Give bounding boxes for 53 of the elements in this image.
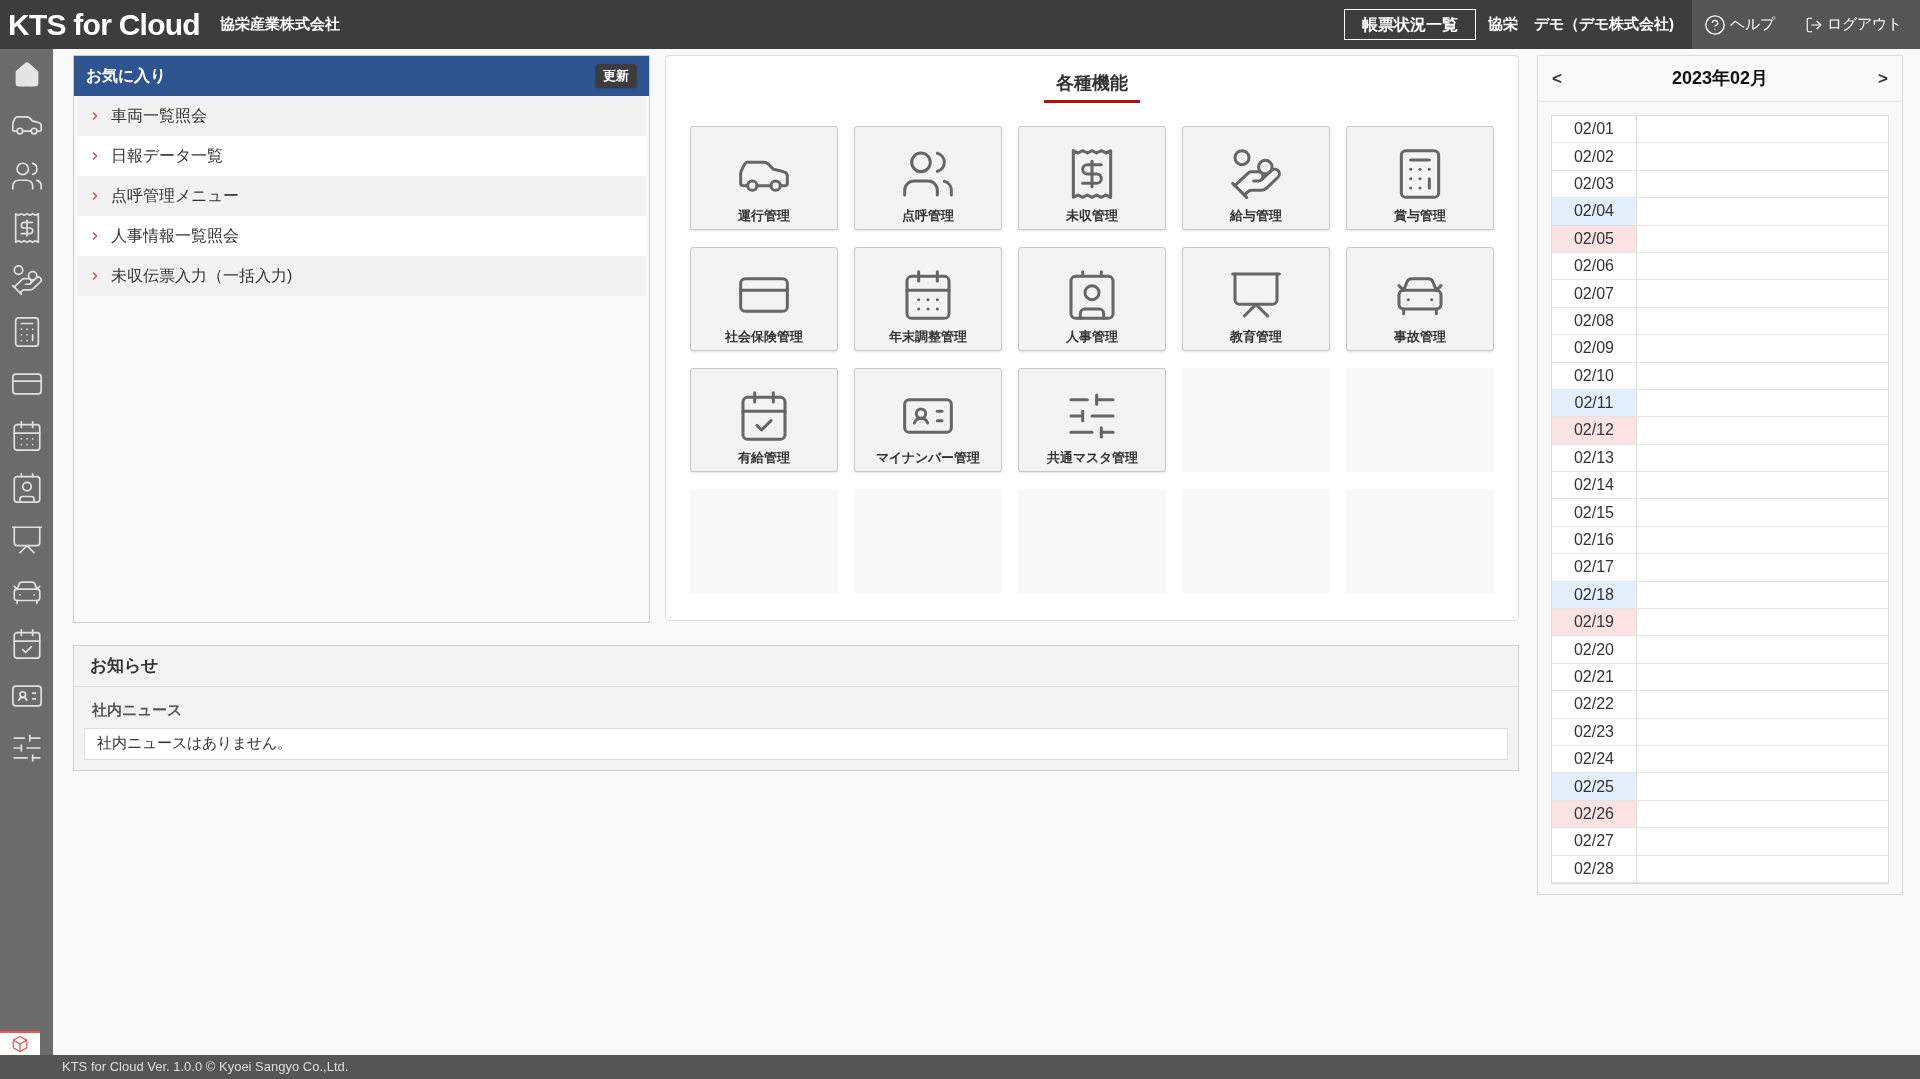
favorite-item[interactable]: 日報データ一覧 <box>77 136 647 176</box>
function-tile[interactable]: 教育管理 <box>1182 247 1331 351</box>
favorite-label: 点呼管理メニュー <box>111 186 239 206</box>
app-logo: KTS for Cloud <box>8 7 200 43</box>
function-tile[interactable]: 有給管理 <box>690 368 839 472</box>
news-message: 社内ニュースはありません。 <box>97 733 292 754</box>
calendar-date: 02/26 <box>1552 800 1637 828</box>
company-name: 協栄産業株式会社 <box>219 14 340 35</box>
notices-title: お知らせ <box>90 655 158 678</box>
calendar-date: 02/04 <box>1552 198 1637 225</box>
logout-link[interactable]: ログアウト <box>1805 13 1908 36</box>
calendar-date: 02/19 <box>1552 609 1637 636</box>
help-link[interactable]: ヘルプ <box>1704 13 1775 36</box>
favorites-title: お気に入り <box>86 66 166 86</box>
help-icon <box>1704 13 1726 36</box>
function-tile[interactable]: 社会保険管理 <box>690 247 839 351</box>
favorite-label: 車両一覧照会 <box>111 106 207 126</box>
hand-coins-icon[interactable] <box>9 263 44 297</box>
functions-title: 各種機能 <box>1044 70 1141 103</box>
cube-logo-icon <box>11 1035 29 1053</box>
calendar-date: 02/25 <box>1552 773 1637 800</box>
previous-month-button[interactable]: < <box>1552 65 1562 92</box>
function-tile[interactable]: 事故管理 <box>1346 247 1495 351</box>
function-tile[interactable]: 未収管理 <box>1018 126 1167 230</box>
calendar-month: 2023年02月 <box>1671 67 1769 90</box>
next-month-button[interactable]: > <box>1878 65 1888 92</box>
favorite-label: 日報データ一覧 <box>111 146 223 166</box>
calendar-date: 02/18 <box>1552 581 1637 609</box>
news-section-title: 社内ニュース <box>91 700 183 720</box>
calendar-date: 02/12 <box>1552 417 1637 444</box>
function-tile[interactable]: 運行管理 <box>690 126 839 230</box>
favorite-item[interactable]: 未収伝票入力（一括入力) <box>77 256 647 296</box>
function-tile[interactable]: マイナンバー管理 <box>854 368 1003 472</box>
user-name: 協栄 <box>1488 14 1518 35</box>
copyright-text: KTS for Cloud Ver. 1.0.0 © Kyoei Sangyo Co.,Ltd. <box>62 1058 349 1077</box>
people-icon[interactable] <box>9 159 44 193</box>
refresh-button[interactable]: 更新 <box>595 64 638 88</box>
calendar-date: 02/05 <box>1552 225 1637 252</box>
favorite-item[interactable]: 人事情報一覧照会 <box>77 216 647 256</box>
function-tile[interactable]: 年末調整管理 <box>854 247 1003 351</box>
favorite-label: 人事情報一覧照会 <box>111 226 239 246</box>
report-status-button[interactable]: 帳票状況一覧 <box>1344 9 1476 40</box>
function-tile[interactable]: 給与管理 <box>1182 126 1331 230</box>
favorite-item[interactable]: 点呼管理メニュー <box>77 176 647 216</box>
function-tile[interactable]: 共通マスタ管理 <box>1018 368 1167 472</box>
function-tile[interactable]: 賞与管理 <box>1346 126 1495 230</box>
favorite-label: 未収伝票入力（一括入力) <box>111 266 293 286</box>
function-tile[interactable]: 人事管理 <box>1018 247 1167 351</box>
user-organization: デモ（デモ株式会社) <box>1534 14 1674 35</box>
logout-icon <box>1805 15 1823 34</box>
favorite-item[interactable]: 車両一覧照会 <box>77 96 647 136</box>
calendar-date: 02/11 <box>1552 389 1637 417</box>
function-tile[interactable]: 点呼管理 <box>854 126 1003 230</box>
